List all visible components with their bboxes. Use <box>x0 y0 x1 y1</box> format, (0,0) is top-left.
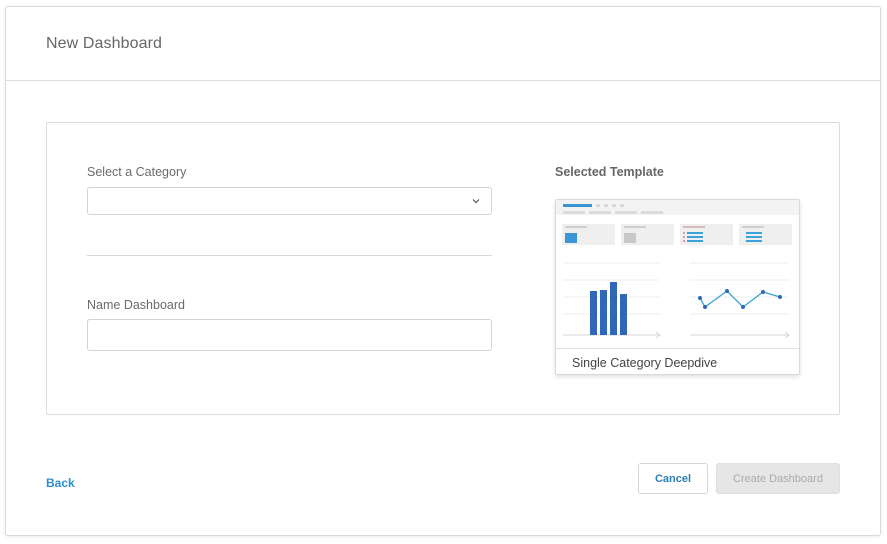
form-panel: Select a Category Name Dashboard Selecte… <box>46 122 840 415</box>
form-divider <box>87 255 492 256</box>
dashboard-name-input[interactable] <box>87 319 492 351</box>
template-card[interactable]: Single Category Deepdive <box>555 199 800 375</box>
chevron-down-icon <box>472 199 480 204</box>
new-dashboard-dialog: New Dashboard Select a Category Name Das… <box>5 6 881 536</box>
back-link[interactable]: Back <box>46 476 75 490</box>
create-dashboard-button[interactable]: Create Dashboard <box>716 463 840 494</box>
template-name-bar: Single Category Deepdive <box>556 348 799 374</box>
category-label: Select a Category <box>87 165 187 179</box>
name-label: Name Dashboard <box>87 298 185 312</box>
cancel-button[interactable]: Cancel <box>638 463 708 494</box>
template-name: Single Category Deepdive <box>572 356 718 370</box>
selected-template-heading: Selected Template <box>555 165 664 179</box>
category-select[interactable] <box>87 187 492 215</box>
template-preview-thumbnail <box>556 200 799 339</box>
dialog-title: New Dashboard <box>46 35 163 52</box>
dialog-header: New Dashboard <box>6 7 880 81</box>
